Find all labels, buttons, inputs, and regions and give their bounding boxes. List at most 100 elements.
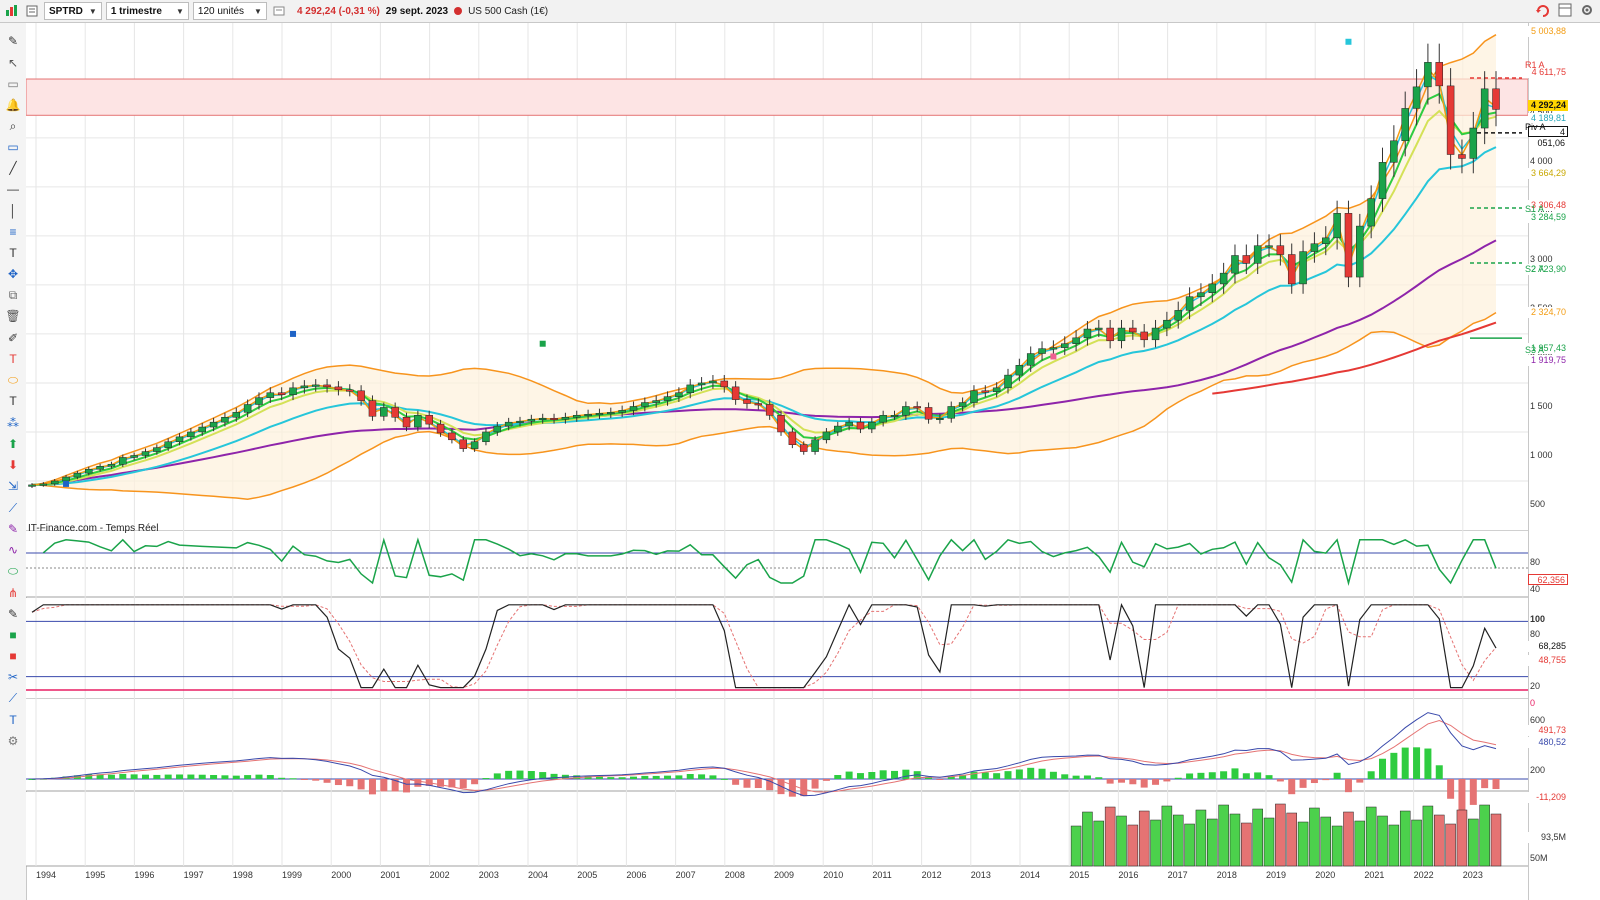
arrow-down-icon[interactable]: ⬇ xyxy=(5,457,21,473)
volume-bar xyxy=(1275,803,1286,867)
chevron-down-icon: ▼ xyxy=(254,6,262,16)
candle-body xyxy=(1004,374,1012,389)
macd-hist-bar xyxy=(993,773,1001,779)
macd-hist-bar xyxy=(1265,775,1273,779)
year-label: 2003 xyxy=(478,870,499,880)
macd-hist-bar xyxy=(244,775,252,779)
candle-body xyxy=(1287,254,1296,285)
price-axis-label: 3 000 xyxy=(1530,253,1553,264)
candle-body xyxy=(538,417,547,420)
settings-top-icon[interactable] xyxy=(1580,3,1594,20)
text-icon[interactable]: T xyxy=(5,245,21,261)
stoch-label-0: 0 xyxy=(1530,698,1536,708)
indicator-icon[interactable]: ⇲ xyxy=(5,478,21,494)
candle-body xyxy=(1095,327,1103,330)
period-select[interactable]: 1 trimestre ▼ xyxy=(105,2,189,20)
candle-body xyxy=(1390,140,1398,163)
arrow-up-icon[interactable]: ⬆ xyxy=(5,436,21,452)
text-blue-icon[interactable]: T xyxy=(5,712,21,728)
cursor-icon[interactable]: ↖ xyxy=(5,55,21,71)
macd-hist-bar xyxy=(221,775,229,779)
chart-area[interactable] xyxy=(26,23,1528,900)
candle-body xyxy=(595,413,604,416)
trendline-icon[interactable]: ╱ xyxy=(5,160,21,176)
square-green-icon[interactable]: ■ xyxy=(5,627,21,643)
candle-body xyxy=(255,397,263,405)
scissors-icon[interactable]: ✂ xyxy=(5,669,21,685)
macd-hist-bar xyxy=(323,779,331,783)
candle-body xyxy=(1253,245,1262,264)
refresh-icon[interactable] xyxy=(1535,3,1551,22)
list-icon[interactable] xyxy=(24,3,40,19)
macd-hist-bar xyxy=(1435,765,1443,779)
text-red-icon[interactable]: T xyxy=(5,351,21,367)
macd-hist-bar xyxy=(414,779,422,787)
settings-icon[interactable]: ⚙ xyxy=(5,733,21,749)
macd-hist-bar xyxy=(800,779,808,797)
candle-body xyxy=(62,476,70,482)
macd-hist-bar xyxy=(1367,771,1375,779)
curve-icon[interactable]: ∿ xyxy=(5,542,21,558)
copy-icon[interactable]: ⧉ xyxy=(5,287,21,303)
trash-icon[interactable]: 🗑 xyxy=(5,308,21,324)
macd-hist-bar xyxy=(1401,747,1409,779)
candle-body xyxy=(107,464,116,467)
volume-bar xyxy=(1490,813,1502,867)
candle-body xyxy=(119,457,127,465)
ellipse-icon[interactable]: ⬭ xyxy=(5,372,21,388)
volume-bar xyxy=(1138,810,1150,867)
rectangle-icon[interactable]: ▭ xyxy=(5,139,21,155)
move-icon[interactable]: ✥ xyxy=(5,266,21,282)
level-s1: S1 A xyxy=(1525,204,1545,214)
candle-body xyxy=(1322,237,1330,244)
horizontal-line-icon[interactable]: — xyxy=(5,181,21,197)
macd-hist-bar xyxy=(516,770,524,779)
pitchfork-icon[interactable]: ⋔ xyxy=(5,585,21,601)
fibonacci-icon[interactable]: ≡ xyxy=(5,224,21,240)
candle-body xyxy=(777,415,785,433)
candle-body xyxy=(96,466,104,470)
layout-icon[interactable] xyxy=(1558,3,1572,20)
info-icon[interactable] xyxy=(271,3,287,19)
volume-label-50m: 50M xyxy=(1530,853,1548,863)
candle-body xyxy=(1026,353,1035,366)
year-label: 2021 xyxy=(1364,870,1385,880)
chart-type-icon[interactable] xyxy=(4,3,20,19)
ruler-icon[interactable]: ▭ xyxy=(5,76,21,92)
vertical-line-icon[interactable]: │ xyxy=(5,203,21,219)
level-s2: S2 A xyxy=(1525,264,1545,274)
candle-body xyxy=(1344,213,1353,278)
bell-icon[interactable]: 🔔 xyxy=(5,97,21,113)
candle-body xyxy=(73,472,82,478)
candle-body xyxy=(527,418,536,422)
quote-change: 4 292,24 (-0,31 %) xyxy=(296,5,380,17)
text-box-icon[interactable]: T xyxy=(5,393,21,409)
macd-hist-bar xyxy=(629,776,637,779)
macd-hist-bar xyxy=(879,770,887,779)
fractal-icon[interactable]: ⁂ xyxy=(5,415,21,431)
channel-icon[interactable]: ⟋ xyxy=(5,500,21,516)
candle-body xyxy=(243,404,252,413)
candle-body xyxy=(913,406,921,409)
units-select[interactable]: 120 unités ▼ xyxy=(192,2,267,20)
macd-hist-bar xyxy=(1492,779,1500,790)
tool-line-icon[interactable]: ⟋ xyxy=(5,690,21,706)
level-r1: R1 A xyxy=(1525,60,1545,70)
square-red-icon[interactable]: ■ xyxy=(5,648,21,664)
draw-icon[interactable]: ✎ xyxy=(5,606,21,622)
candle-body xyxy=(1049,347,1058,350)
symbol-select[interactable]: SPTRD ▼ xyxy=(44,2,102,20)
year-label: 2004 xyxy=(528,870,549,880)
pen-icon[interactable]: ✎ xyxy=(5,521,21,537)
pencil-icon[interactable]: ✎ xyxy=(5,33,21,49)
macd-hist-bar xyxy=(1413,747,1421,779)
macd-hist-bar xyxy=(471,779,479,785)
zoom-icon[interactable]: ⌕ xyxy=(5,118,21,134)
brush-icon[interactable]: ✐ xyxy=(5,330,21,346)
candle-body xyxy=(686,384,694,393)
macd-hist-bar xyxy=(1004,771,1012,779)
macd-hist-bar xyxy=(641,775,649,779)
candle-body xyxy=(1151,327,1160,341)
level-piv: Piv A xyxy=(1525,122,1546,132)
ellipse-green-icon[interactable]: ⬭ xyxy=(5,563,21,579)
